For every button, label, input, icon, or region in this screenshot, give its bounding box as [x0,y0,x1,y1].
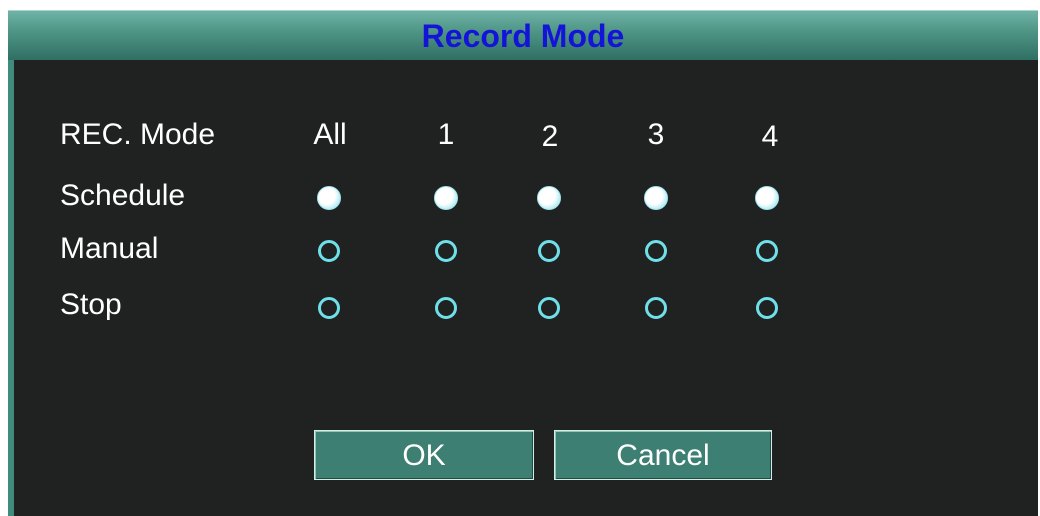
schedule-radio-1[interactable] [434,186,458,210]
manual-radio-2[interactable] [538,240,560,262]
rec-mode-header-label: REC. Mode [60,118,216,151]
column-header-1: 1 [437,118,455,151]
stop-radio-all[interactable] [318,297,340,319]
dialog-body: REC. Mode All 1 2 3 4 Schedule Manual St… [8,60,1038,516]
dialog-title-bar: Record Mode [8,10,1038,61]
schedule-radio-3[interactable] [644,186,668,210]
stop-radio-3[interactable] [645,297,667,319]
manual-radio-3[interactable] [645,240,667,262]
stop-radio-1[interactable] [435,297,457,319]
row-label-stop: Stop [60,288,122,321]
manual-radio-4[interactable] [756,240,778,262]
column-header-2: 2 [541,120,559,153]
stop-radio-2[interactable] [538,297,560,319]
row-label-manual: Manual [60,232,159,265]
column-header-4: 4 [761,120,779,153]
stop-radio-4[interactable] [756,297,778,319]
manual-radio-1[interactable] [435,240,457,262]
record-mode-dialog: Record Mode REC. Mode All 1 2 3 4 Schedu… [8,10,1038,516]
manual-radio-all[interactable] [318,240,340,262]
column-header-all: All [313,118,347,151]
cancel-button[interactable]: Cancel [554,430,772,480]
schedule-radio-all[interactable] [317,186,341,210]
row-label-schedule: Schedule [60,179,186,212]
schedule-radio-4[interactable] [755,186,779,210]
column-header-3: 3 [647,118,665,151]
dialog-title: Record Mode [421,18,625,54]
ok-button[interactable]: OK [314,430,534,480]
schedule-radio-2[interactable] [537,186,561,210]
